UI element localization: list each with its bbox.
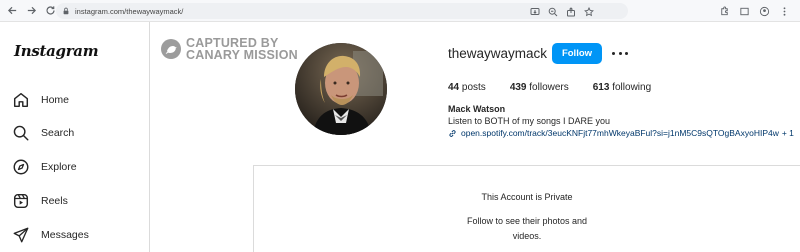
window-icon[interactable]	[739, 4, 750, 16]
sidebar-item-label: Search	[41, 127, 75, 139]
sidebar-item-label: Messages	[41, 229, 89, 241]
explore-icon	[13, 159, 29, 175]
messages-icon	[13, 227, 29, 243]
url-text: instagram.com/thewaywaymack/	[75, 6, 184, 16]
followers-count: 439	[509, 82, 527, 93]
forward-icon[interactable]	[24, 4, 38, 18]
followers-stat[interactable]: 439 followers	[510, 82, 569, 93]
private-title: This Account is Private	[481, 192, 573, 202]
back-icon[interactable]	[5, 4, 19, 18]
following-count: 613	[592, 82, 610, 93]
private-subtitle: Follow to see their photos and videos.	[466, 216, 588, 241]
sidebar-item-label: Explore	[41, 161, 77, 173]
install-app-icon[interactable]	[530, 4, 540, 15]
profile-icon[interactable]	[759, 4, 770, 17]
search-icon	[13, 125, 29, 141]
following-label: following	[612, 82, 652, 93]
profile-link-text[interactable]: open.spotify.com/track/3eucKNFjt77mhWkey…	[461, 128, 779, 138]
canary-bird-icon	[161, 39, 181, 59]
sidebar-item-search[interactable]: Search	[12, 122, 74, 144]
share-icon[interactable]	[566, 4, 576, 17]
profile-bio: Listen to BOTH of my songs I DARE you	[448, 116, 611, 126]
bookmark-star-icon[interactable]	[584, 4, 594, 17]
site-info-icon[interactable]	[62, 7, 70, 15]
profile-link[interactable]: open.spotify.com/track/3eucKNFjt77mhWkey…	[448, 128, 794, 138]
home-icon	[13, 92, 29, 108]
profile-full-name: Mack Watson	[448, 104, 506, 114]
canary-mission-watermark: CAPTURED BY CANARY MISSION	[161, 37, 298, 61]
followers-label: followers	[529, 82, 569, 93]
profile-link-more[interactable]: + 1	[782, 128, 794, 138]
watermark-line-2: CANARY MISSION	[186, 48, 298, 62]
sidebar-item-label: Home	[41, 94, 70, 106]
follow-button[interactable]: Follow	[552, 43, 602, 64]
private-account-panel: This Account is Private Follow to see th…	[253, 165, 800, 252]
following-stat[interactable]: 613 following	[593, 82, 651, 93]
posts-label: posts	[461, 82, 486, 93]
instagram-logo[interactable]: Instagram	[14, 42, 99, 60]
posts-count: 44	[448, 82, 460, 93]
profile-stats: 44 posts 439 followers 613 following	[448, 82, 675, 93]
profile-username: thewaywaymack	[448, 46, 548, 61]
link-icon	[449, 129, 456, 137]
reload-icon[interactable]	[43, 4, 57, 18]
sidebar-item-explore[interactable]: Explore	[12, 156, 77, 178]
menu-icon[interactable]	[779, 4, 790, 16]
sidebar-item-home[interactable]: Home	[12, 89, 69, 111]
extensions-icon[interactable]	[719, 4, 730, 16]
browser-toolbar: instagram.com/thewaywaymack/	[0, 0, 800, 22]
zoom-icon[interactable]	[548, 4, 558, 17]
sidebar-item-messages[interactable]: Messages	[12, 224, 89, 246]
profile-avatar[interactable]	[295, 43, 387, 135]
sidebar-item-reels[interactable]: Reels	[12, 190, 68, 212]
posts-stat: 44 posts	[448, 82, 486, 93]
sidebar-item-label: Reels	[41, 195, 68, 207]
reels-icon	[13, 193, 29, 209]
more-options-icon[interactable]	[612, 47, 628, 59]
sidebar: Instagram Home Search Explore Reels Mess…	[0, 22, 150, 252]
